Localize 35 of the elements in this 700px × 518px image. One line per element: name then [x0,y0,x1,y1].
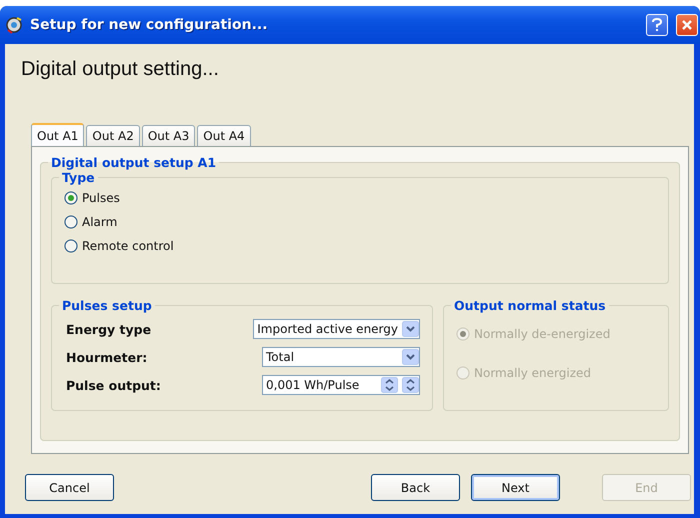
tab[interactable]: Out A1 [31,123,84,147]
app-icon [4,15,24,35]
window-title: Setup for new configuration... [30,17,269,33]
radio-button[interactable] [64,191,78,205]
field-label: Pulse output: [66,378,162,392]
radio-label: Pulses [82,191,120,205]
field-label: Hourmeter: [66,350,148,364]
help-button[interactable] [646,14,668,36]
page-heading: Digital output setting... [21,58,219,81]
radio-button[interactable] [64,239,78,253]
group-title: Digital output setup A1 [50,155,218,170]
tab[interactable]: Out A2 [86,125,140,146]
radio-button[interactable] [64,215,78,229]
radio-label: Remote control [82,239,174,253]
field-label: Energy type [66,322,152,336]
help-icon [651,18,663,32]
tab[interactable]: Out A4 [197,125,251,146]
close-icon [681,19,693,31]
dropdown-button[interactable] [402,349,419,365]
group-title: Pulses setup [61,298,153,313]
dialog-button[interactable]: Next [471,474,560,501]
spin-field[interactable]: 0,001 Wh/Pulse [262,375,420,395]
close-button[interactable] [676,14,698,36]
tab[interactable]: Out A3 [142,125,196,146]
dropdown-button[interactable] [402,321,419,337]
dropdown-field[interactable]: Imported active energy [253,319,420,339]
dialog-button[interactable]: Back [371,474,460,501]
dialog-button[interactable]: Cancel [25,474,114,501]
spin-buttons[interactable] [381,377,419,393]
group-title: Type [61,170,96,185]
radio-label: Normally de-energized [474,327,610,341]
dropdown-field[interactable]: Total [262,347,420,367]
radio-label: Alarm [82,215,118,229]
group-title: Output normal status [453,298,607,313]
radio-label: Normally energized [474,366,592,380]
